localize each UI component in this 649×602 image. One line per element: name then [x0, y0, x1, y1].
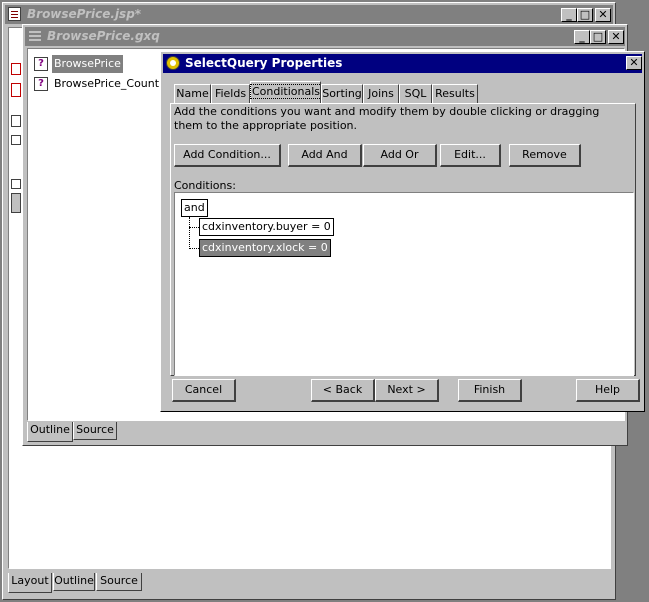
jsp-close-button[interactable]: ✕ — [595, 8, 611, 22]
gxq-title: BrowsePrice.gxq — [47, 29, 160, 43]
jsp-titlebar[interactable]: BrowsePrice.jsp* — [5, 5, 613, 24]
remove-button[interactable]: Remove — [509, 144, 581, 167]
jsp-file-icon — [8, 7, 21, 21]
add-or-button[interactable]: Add Or — [363, 144, 437, 167]
help-button[interactable]: Help — [576, 379, 640, 402]
tree-item-label: BrowsePrice — [52, 55, 123, 73]
tab-sql[interactable]: SQL — [399, 84, 432, 103]
conditionals-panel: Add the conditions you want and modify t… — [170, 103, 636, 376]
gxq-tab-source[interactable]: Source — [73, 422, 117, 440]
tree-connector — [189, 227, 199, 228]
tab-sorting[interactable]: Sorting — [321, 84, 363, 103]
gxq-file-icon — [29, 30, 41, 42]
back-button[interactable]: < Back — [311, 379, 375, 402]
tab-results[interactable]: Results — [432, 84, 478, 103]
jsp-tab-outline[interactable]: Outline — [53, 573, 95, 591]
add-and-button[interactable]: Add And — [288, 144, 362, 167]
condition-node-buyer[interactable]: cdxinventory.buyer = 0 — [199, 218, 334, 236]
gxq-tab-outline[interactable]: Outline — [27, 422, 73, 442]
jsp-title: BrowsePrice.jsp* — [27, 7, 142, 21]
jsp-maximize-button[interactable]: □ — [577, 8, 593, 22]
query-wizard-icon — [166, 56, 180, 70]
next-button[interactable]: Next > — [375, 379, 439, 402]
dialog-title: SelectQuery Properties — [185, 56, 343, 70]
tab-conditionals[interactable]: Conditionals — [249, 81, 323, 104]
jsp-palette-strip — [9, 59, 23, 219]
jsp-tab-source[interactable]: Source — [96, 573, 142, 591]
conditions-label: Conditions: — [174, 179, 236, 192]
gxq-close-button[interactable]: ✕ — [608, 30, 624, 44]
selectquery-dialog: SelectQuery Properties ✕ Name Fields Con… — [160, 51, 645, 412]
add-condition-button[interactable]: Add Condition... — [174, 144, 281, 167]
tree-connector — [189, 217, 190, 249]
gxq-minimize-button[interactable]: _ — [574, 30, 590, 44]
condition-node-xlock[interactable]: cdxinventory.xlock = 0 — [199, 239, 331, 257]
tab-fields[interactable]: Fields — [211, 84, 250, 103]
query-icon: ? — [34, 77, 48, 91]
condition-root-node[interactable]: and — [181, 199, 208, 217]
tab-name[interactable]: Name — [174, 84, 211, 103]
dialog-titlebar[interactable]: SelectQuery Properties — [163, 54, 642, 73]
gxq-titlebar[interactable]: BrowsePrice.gxq — [25, 27, 625, 46]
edit-button[interactable]: Edit... — [440, 144, 501, 167]
tab-joins[interactable]: Joins — [363, 84, 399, 103]
cancel-button[interactable]: Cancel — [172, 379, 236, 402]
tree-item-label: BrowsePrice_Count — [54, 77, 160, 90]
gxq-maximize-button[interactable]: □ — [590, 30, 606, 44]
tree-connector — [189, 248, 199, 249]
dialog-close-button[interactable]: ✕ — [626, 56, 642, 70]
query-icon: ? — [34, 57, 48, 71]
jsp-tab-layout[interactable]: Layout — [8, 573, 52, 593]
finish-button[interactable]: Finish — [458, 379, 522, 402]
jsp-minimize-button[interactable]: _ — [561, 8, 577, 22]
tree-item-browseprice[interactable]: ? BrowsePrice — [34, 55, 144, 73]
instructions-text: Add the conditions you want and modify t… — [174, 105, 600, 132]
conditions-tree[interactable]: and cdxinventory.buyer = 0 cdxinventory.… — [174, 192, 634, 376]
